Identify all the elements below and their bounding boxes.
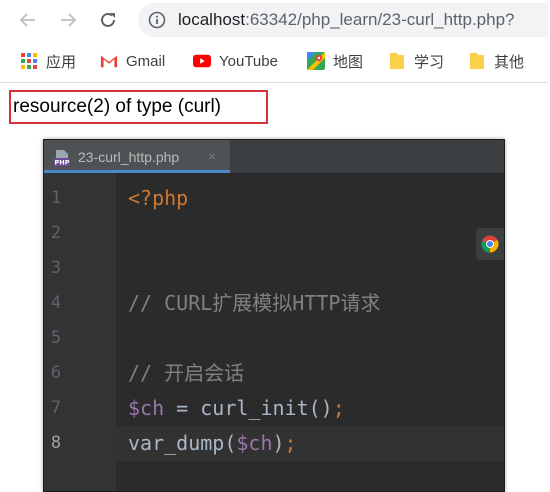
code-token-var: $ch <box>128 396 165 420</box>
bookmark-label: 其他 <box>494 53 525 71</box>
bookmark-folder-study[interactable]: 学习 <box>388 51 444 71</box>
code-line[interactable] <box>116 321 504 356</box>
code-token-semi: ; <box>332 396 345 420</box>
code-token-plain: var_dump( <box>128 431 237 455</box>
code-token-comment: // 开启会话 <box>128 361 245 385</box>
code-line[interactable]: <?php <box>116 181 504 216</box>
bookmarks-bar: 应用 Gmail YouTube 地图 学习 其他 <box>0 40 550 83</box>
bookmark-label: Gmail <box>126 52 166 70</box>
folder-icon <box>468 52 486 70</box>
chrome-icon <box>481 235 499 253</box>
code-area[interactable]: <?php // CURL扩展模拟HTTP请求 // 开启会话 $ch = curl_… <box>116 173 504 491</box>
arrow-right-icon <box>61 13 77 27</box>
code-line-current[interactable]: var_dump($ch); <box>116 426 504 461</box>
bookmark-youtube[interactable]: YouTube <box>193 51 278 71</box>
tab-close-icon[interactable]: × <box>208 148 216 164</box>
code-token-tag: <?php <box>128 186 189 210</box>
browser-preview-button[interactable] <box>476 228 504 260</box>
php-file-icon: PHP <box>54 150 70 167</box>
code-line[interactable] <box>116 216 504 251</box>
code-line[interactable]: // CURL扩展模拟HTTP请求 <box>116 286 504 321</box>
line-number-gutter: 1 2 3 4 5 6 7 8 <box>44 173 116 491</box>
code-text: // CURL扩展模拟HTTP请求 <box>128 286 380 321</box>
line-number: 8 <box>50 433 62 453</box>
code-line[interactable] <box>116 251 504 286</box>
line-number: 5 <box>50 328 62 348</box>
bookmark-apps[interactable]: 应用 <box>20 51 76 71</box>
bookmark-label: YouTube <box>219 52 278 70</box>
forward-button[interactable] <box>56 8 80 32</box>
url-host: localhost <box>178 10 246 29</box>
code-token-plain: ) <box>272 431 285 455</box>
info-icon[interactable] <box>148 11 166 29</box>
ide-screenshot: PHP 23-curl_http.php × 1 2 3 4 5 6 7 8 <?php // … <box>43 139 505 492</box>
code-line[interactable]: // 开启会话 <box>116 356 504 391</box>
bookmark-label: 应用 <box>46 53 77 71</box>
reload-icon <box>101 12 115 27</box>
bookmark-label: 学习 <box>414 53 445 71</box>
reload-button[interactable] <box>96 8 120 32</box>
apps-grid-icon <box>20 52 38 70</box>
php-output: resource(2) of type (curl) <box>9 90 268 124</box>
youtube-icon <box>193 52 211 70</box>
editor-tab-bar: PHP 23-curl_http.php × <box>44 140 504 174</box>
line-number: 6 <box>50 363 62 383</box>
code-token-plain: = curl_init() <box>164 396 333 420</box>
back-button[interactable] <box>16 8 40 32</box>
url-path: :63342/php_learn/23-curl_http.php? <box>245 10 515 29</box>
arrow-left-icon <box>19 13 35 27</box>
line-number: 3 <box>50 258 62 278</box>
code-text: <?php <box>128 181 188 216</box>
line-number: 7 <box>50 398 62 418</box>
code-text: var_dump($ch); <box>128 426 297 461</box>
line-number: 1 <box>50 188 62 208</box>
bookmark-gmail[interactable]: Gmail <box>100 51 165 71</box>
svg-text:PHP: PHP <box>55 159 70 167</box>
bookmark-label: 地图 <box>333 53 364 71</box>
line-number: 2 <box>50 223 62 243</box>
folder-icon <box>388 52 406 70</box>
code-line[interactable]: $ch = curl_init(); <box>116 391 504 426</box>
browser-toolbar: localhost:63342/php_learn/23-curl_http.p… <box>0 0 550 40</box>
tab-label: 23-curl_http.php <box>78 149 180 165</box>
code-token-semi: ; <box>284 431 297 455</box>
address-bar[interactable]: localhost:63342/php_learn/23-curl_http.p… <box>138 3 550 37</box>
url-text[interactable]: localhost:63342/php_learn/23-curl_http.p… <box>178 10 515 30</box>
code-text: // 开启会话 <box>128 356 244 391</box>
maps-icon <box>307 52 325 70</box>
code-token-comment: // CURL扩展模拟HTTP请求 <box>128 291 381 315</box>
bookmark-folder-other[interactable]: 其他 <box>468 51 524 71</box>
gmail-icon <box>100 52 118 70</box>
code-token-var: $ch <box>236 431 273 455</box>
line-number: 4 <box>50 293 62 313</box>
bookmark-maps[interactable]: 地图 <box>307 51 363 71</box>
code-text: $ch = curl_init(); <box>128 391 345 426</box>
editor-tab[interactable]: PHP 23-curl_http.php × <box>44 140 230 173</box>
